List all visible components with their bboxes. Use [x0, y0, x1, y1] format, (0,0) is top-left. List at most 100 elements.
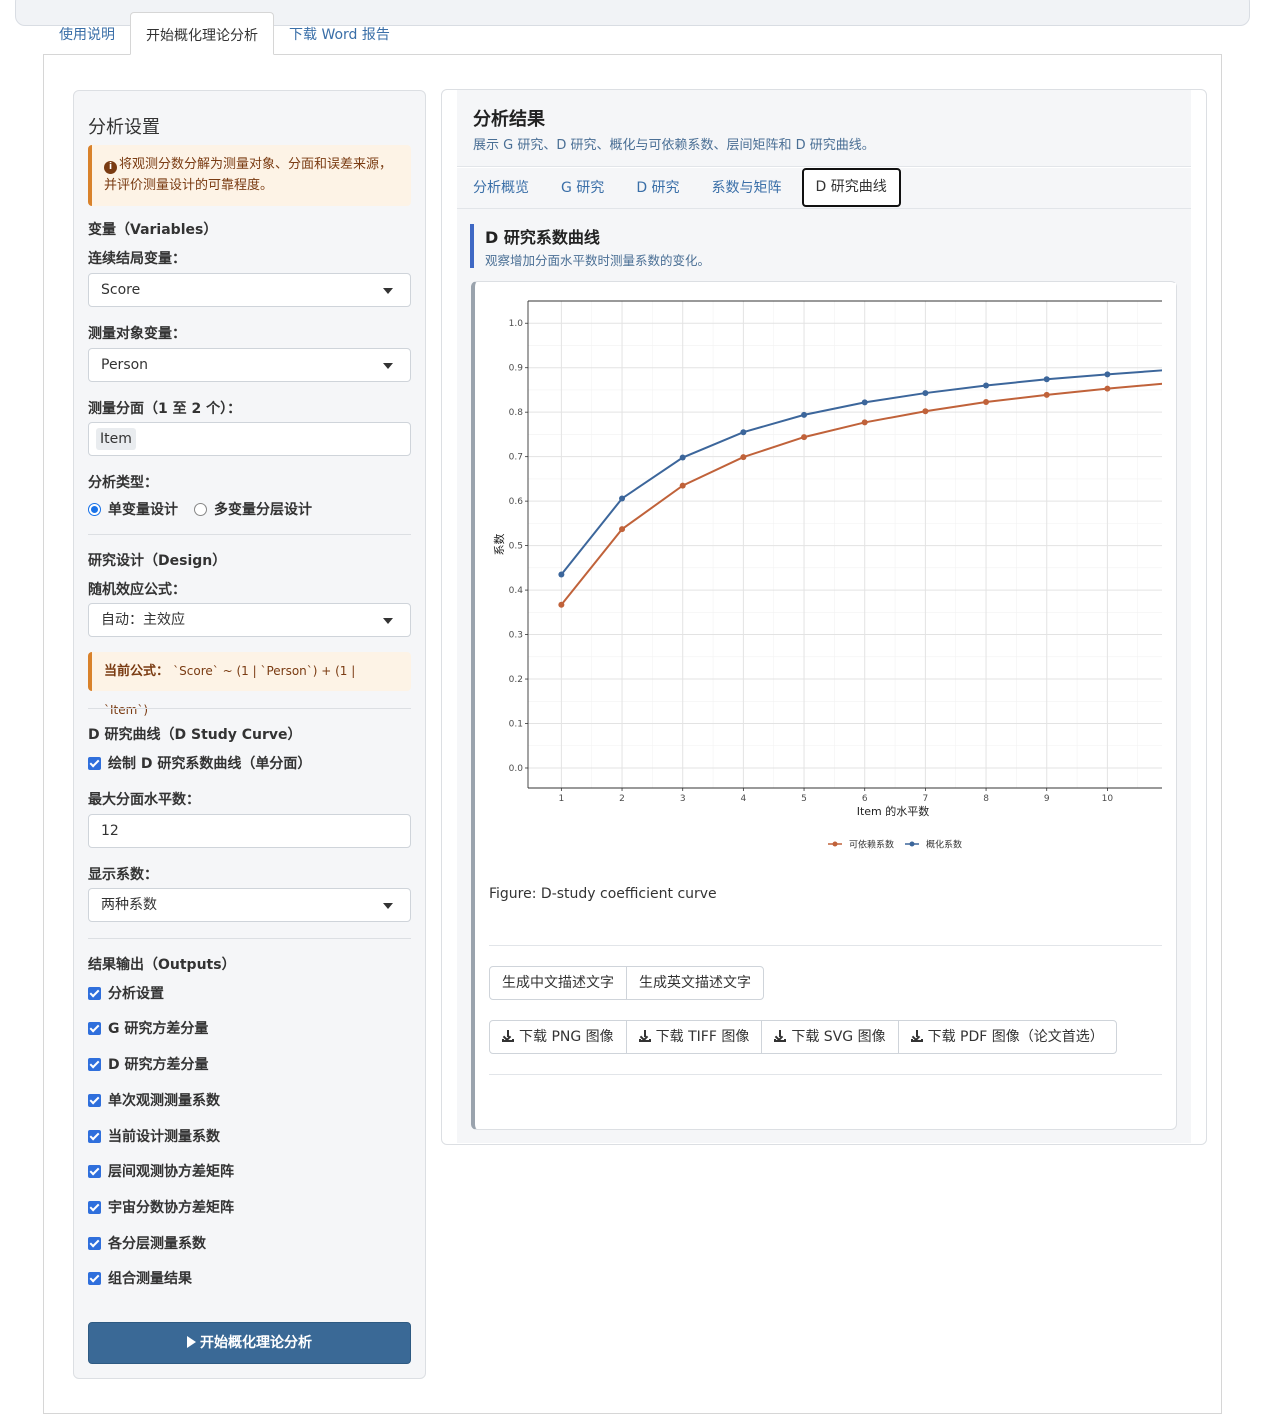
max-levels-value: 12	[101, 823, 119, 839]
analysis-type-label: 分析类型：	[88, 475, 158, 491]
y-tick-label: 0.3	[509, 631, 523, 641]
data-point	[1043, 391, 1050, 398]
output-checkbox-row[interactable]: 宇宙分数协方差矩阵	[88, 1197, 234, 1217]
generate-english-text-button[interactable]: 生成英文描述文字	[626, 966, 764, 1000]
radio-univariate-label[interactable]: 单变量设计	[108, 499, 178, 519]
output-checkbox-row[interactable]: 当前设计测量系数	[88, 1126, 220, 1146]
facet-chip[interactable]: Item	[96, 428, 136, 450]
download-icon	[502, 1030, 514, 1042]
results-tab-bar: 分析概览 G 研究 D 研究 系数与矩阵 D 研究曲线	[457, 168, 1191, 209]
object-select[interactable]: Person	[88, 348, 411, 382]
design-section-title: 研究设计（Design）	[88, 553, 227, 569]
section-subtitle: 观察增加分面水平数时测量系数的变化。	[485, 253, 711, 268]
output-checkbox-row[interactable]: D 研究方差分量	[88, 1054, 209, 1074]
checkbox[interactable]	[88, 1164, 101, 1178]
generate-chinese-text-button[interactable]: 生成中文描述文字	[489, 966, 627, 1000]
run-analysis-button[interactable]: 开始概化理论分析	[88, 1322, 411, 1364]
output-checkbox-row[interactable]: 组合测量结果	[88, 1268, 192, 1288]
y-tick-label: 0.4	[509, 586, 524, 596]
text-button-group: 生成中文描述文字 生成英文描述文字	[489, 966, 764, 1000]
checkbox[interactable]	[88, 1236, 101, 1250]
facet-multiselect[interactable]: Item	[88, 422, 411, 456]
x-tick-label: 7	[923, 794, 929, 804]
radio-multivariate[interactable]	[194, 502, 207, 516]
max-levels-input[interactable]: 12	[88, 814, 411, 848]
current-formula-callout: 当前公式： `Score` ~ (1 | `Person`) + (1 | `I…	[88, 652, 411, 717]
results-title: 分析结果	[473, 109, 545, 130]
output-label[interactable]: G 研究方差分量	[108, 1018, 208, 1038]
tab-start-analysis[interactable]: 开始概化理论分析	[130, 12, 274, 55]
checkbox[interactable]	[88, 756, 101, 770]
download-png-label: 下载 PNG 图像	[519, 1029, 614, 1045]
download-icon	[638, 1030, 651, 1042]
outcome-select[interactable]: Score	[88, 273, 411, 307]
x-tick-label: 5	[801, 794, 807, 804]
checkbox[interactable]	[88, 1271, 101, 1285]
output-checkbox-row[interactable]: 单次观测测量系数	[88, 1090, 220, 1110]
dcurve-checkbox-row[interactable]: 绘制 D 研究系数曲线（单分面）	[88, 753, 311, 773]
divider	[88, 534, 411, 535]
tab-g-study[interactable]: G 研究	[545, 168, 620, 209]
tab-overview[interactable]: 分析概览	[457, 168, 545, 209]
download-button-group: 下载 PNG 图像 下载 TIFF 图像 下载 SVG 图像 下载 PDF 图像…	[489, 1020, 1117, 1054]
section-accent	[470, 224, 474, 268]
output-label[interactable]: 分析设置	[108, 983, 164, 1003]
outcome-label: 连续结局变量：	[88, 251, 186, 267]
figure-caption: Figure: D-study coefficient curve	[489, 886, 717, 902]
output-checkbox-row[interactable]: 分析设置	[88, 983, 164, 1003]
output-label[interactable]: D 研究方差分量	[108, 1054, 209, 1074]
checkbox[interactable]	[88, 1057, 101, 1071]
divider	[88, 708, 411, 709]
checkbox[interactable]	[88, 1093, 101, 1107]
data-point	[558, 571, 565, 578]
output-label[interactable]: 层间观测协方差矩阵	[108, 1161, 234, 1181]
output-label[interactable]: 当前设计测量系数	[108, 1126, 220, 1146]
data-point	[922, 390, 929, 397]
download-svg-button[interactable]: 下载 SVG 图像	[761, 1020, 899, 1054]
checkbox[interactable]	[88, 1021, 101, 1035]
info-callout: i 将观测分数分解为测量对象、分面和误差来源，并评价测量设计的可靠程度。	[88, 145, 411, 206]
radio-univariate[interactable]	[88, 502, 101, 516]
checkbox[interactable]	[88, 1200, 101, 1214]
output-label[interactable]: 单次观测测量系数	[108, 1090, 220, 1110]
tab-instructions[interactable]: 使用说明	[44, 12, 130, 55]
output-checkbox-row[interactable]: 层间观测协方差矩阵	[88, 1161, 234, 1181]
checkbox[interactable]	[88, 986, 101, 1000]
legend-label: 可依赖系数	[849, 839, 894, 851]
dcurve-checkbox-label[interactable]: 绘制 D 研究系数曲线（单分面）	[108, 753, 311, 773]
output-checkbox-row[interactable]: G 研究方差分量	[88, 1018, 208, 1038]
divider	[88, 938, 411, 939]
data-point	[861, 399, 868, 406]
tab-download-word[interactable]: 下载 Word 报告	[274, 12, 405, 55]
coef-select[interactable]: 两种系数	[88, 888, 411, 922]
legend-label: 概化系数	[926, 839, 962, 851]
chevron-down-icon	[383, 618, 393, 624]
download-svg-label: 下载 SVG 图像	[791, 1029, 886, 1045]
data-point	[922, 408, 929, 415]
tab-d-study[interactable]: D 研究	[620, 168, 695, 209]
divider	[489, 945, 1162, 946]
run-analysis-label: 开始概化理论分析	[200, 1335, 312, 1351]
output-label[interactable]: 宇宙分数协方差矩阵	[108, 1197, 234, 1217]
outcome-value: Score	[101, 282, 141, 298]
download-png-button[interactable]: 下载 PNG 图像	[489, 1020, 627, 1054]
dcurve-section-title: D 研究曲线（D Study Curve）	[88, 727, 302, 743]
formula-select[interactable]: 自动：主效应	[88, 603, 411, 637]
x-tick-label: 8	[983, 794, 989, 804]
data-point	[1104, 385, 1111, 392]
tab-d-study-curve[interactable]: D 研究曲线	[801, 168, 901, 207]
plot-background	[528, 301, 1162, 788]
data-point	[801, 434, 808, 441]
output-label[interactable]: 各分层测量系数	[108, 1233, 206, 1253]
current-formula-label: 当前公式：	[104, 664, 170, 679]
checkbox[interactable]	[88, 1129, 101, 1143]
output-checkbox-row[interactable]: 各分层测量系数	[88, 1233, 206, 1253]
radio-multivariate-label[interactable]: 多变量分层设计	[214, 499, 312, 519]
y-axis-label: 系数	[493, 534, 506, 556]
download-pdf-button[interactable]: 下载 PDF 图像（论文首选）	[897, 1020, 1117, 1054]
y-tick-label: 0.5	[509, 542, 523, 552]
tab-coef-matrix[interactable]: 系数与矩阵	[696, 168, 798, 209]
object-label: 测量对象变量：	[88, 326, 186, 342]
download-tiff-button[interactable]: 下载 TIFF 图像	[625, 1020, 763, 1054]
output-label[interactable]: 组合测量结果	[108, 1268, 192, 1288]
